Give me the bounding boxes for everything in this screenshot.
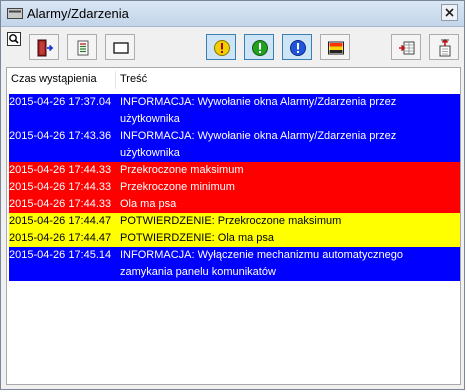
list-item[interactable]: 2015-04-26 17:44.33 Ola ma psa (9, 196, 460, 213)
close-button[interactable] (441, 4, 458, 21)
list-item[interactable]: 2015-04-26 17:44.33 Przekroczone minimum (9, 179, 460, 196)
pin-icon[interactable] (7, 32, 21, 46)
event-time: 2015-04-26 17:43.36 (9, 130, 112, 142)
column-header-time[interactable]: Czas wystąpienia (11, 73, 97, 85)
event-time: 2015-04-26 17:44.33 (9, 198, 112, 210)
list-item[interactable]: 2015-04-26 17:44.47 POTWIERDZENIE: Przekr… (9, 213, 460, 230)
colors-button[interactable] (320, 34, 350, 60)
event-message: POTWIERDZENIE: Ola ma psa (120, 232, 275, 244)
exit-door-icon (37, 39, 54, 57)
events-list[interactable]: Czas wystąpienia Treść 2015-04-26 17:37.… (6, 67, 461, 385)
event-time: 2015-04-26 17:44.33 (9, 164, 112, 176)
event-message: Ola ma psa (120, 198, 177, 210)
filter-warning-button[interactable] (206, 34, 236, 60)
event-time: 2015-04-26 17:44.47 (9, 215, 112, 227)
event-message: POTWIERDZENIE: Przekroczone maksimum (120, 215, 342, 227)
window-title: Alarmy/Zdarzenia (27, 6, 129, 21)
window-app-icon (7, 8, 23, 19)
column-separator[interactable] (115, 71, 116, 89)
columns-button[interactable] (391, 34, 421, 60)
event-time: 2015-04-26 17:45.14 (9, 249, 112, 261)
color-bars-icon (328, 41, 344, 55)
list-button[interactable] (67, 34, 97, 60)
event-message: INFORMACJA: Wywołanie okna Alarmy/Zdarze… (120, 130, 397, 159)
info-icon (290, 40, 306, 56)
list-item[interactable]: 2015-04-26 17:45.14 INFORMACJA: Wyłączeni… (9, 247, 460, 281)
list-item[interactable]: 2015-04-26 17:37.04 INFORMACJA: Wywołanie… (9, 94, 460, 128)
event-message: INFORMACJA: Wyłączenie mechanizmu automa… (120, 249, 403, 278)
list-item[interactable]: 2015-04-26 17:44.33 Przekroczone maksimum (9, 162, 460, 179)
export-icon (439, 39, 451, 57)
event-time: 2015-04-26 17:44.47 (9, 232, 112, 244)
toolbar (1, 27, 464, 67)
filter-info-button[interactable] (282, 34, 312, 60)
exit-button[interactable] (29, 34, 59, 60)
event-message: INFORMACJA: Wywołanie okna Alarmy/Zdarze… (120, 96, 397, 125)
warning-icon (214, 40, 230, 56)
list-item[interactable]: 2015-04-26 17:43.36 INFORMACJA: Wywołanie… (9, 128, 460, 162)
event-time: 2015-04-26 17:37.04 (9, 96, 112, 108)
window-icon (113, 42, 129, 54)
list-item[interactable]: 2015-04-26 17:44.47 POTWIERDZENIE: Ola ma… (9, 230, 460, 247)
title-bar[interactable]: Alarmy/Zdarzenia (1, 1, 464, 27)
export-button[interactable] (429, 34, 459, 60)
alarms-window: Alarmy/Zdarzenia Czas wystąpienia Treść … (0, 0, 465, 390)
event-time: 2015-04-26 17:44.33 (9, 181, 112, 193)
list-icon (77, 40, 89, 56)
event-message: Przekroczone minimum (120, 181, 235, 193)
close-icon (445, 8, 454, 17)
list-header: Czas wystąpienia Treść (7, 68, 460, 92)
column-header-content[interactable]: Treść (120, 73, 147, 85)
ok-icon (252, 40, 268, 56)
filter-ok-button[interactable] (244, 34, 274, 60)
columns-icon (399, 41, 415, 55)
event-message: Przekroczone maksimum (120, 164, 244, 176)
window-button[interactable] (105, 34, 135, 60)
